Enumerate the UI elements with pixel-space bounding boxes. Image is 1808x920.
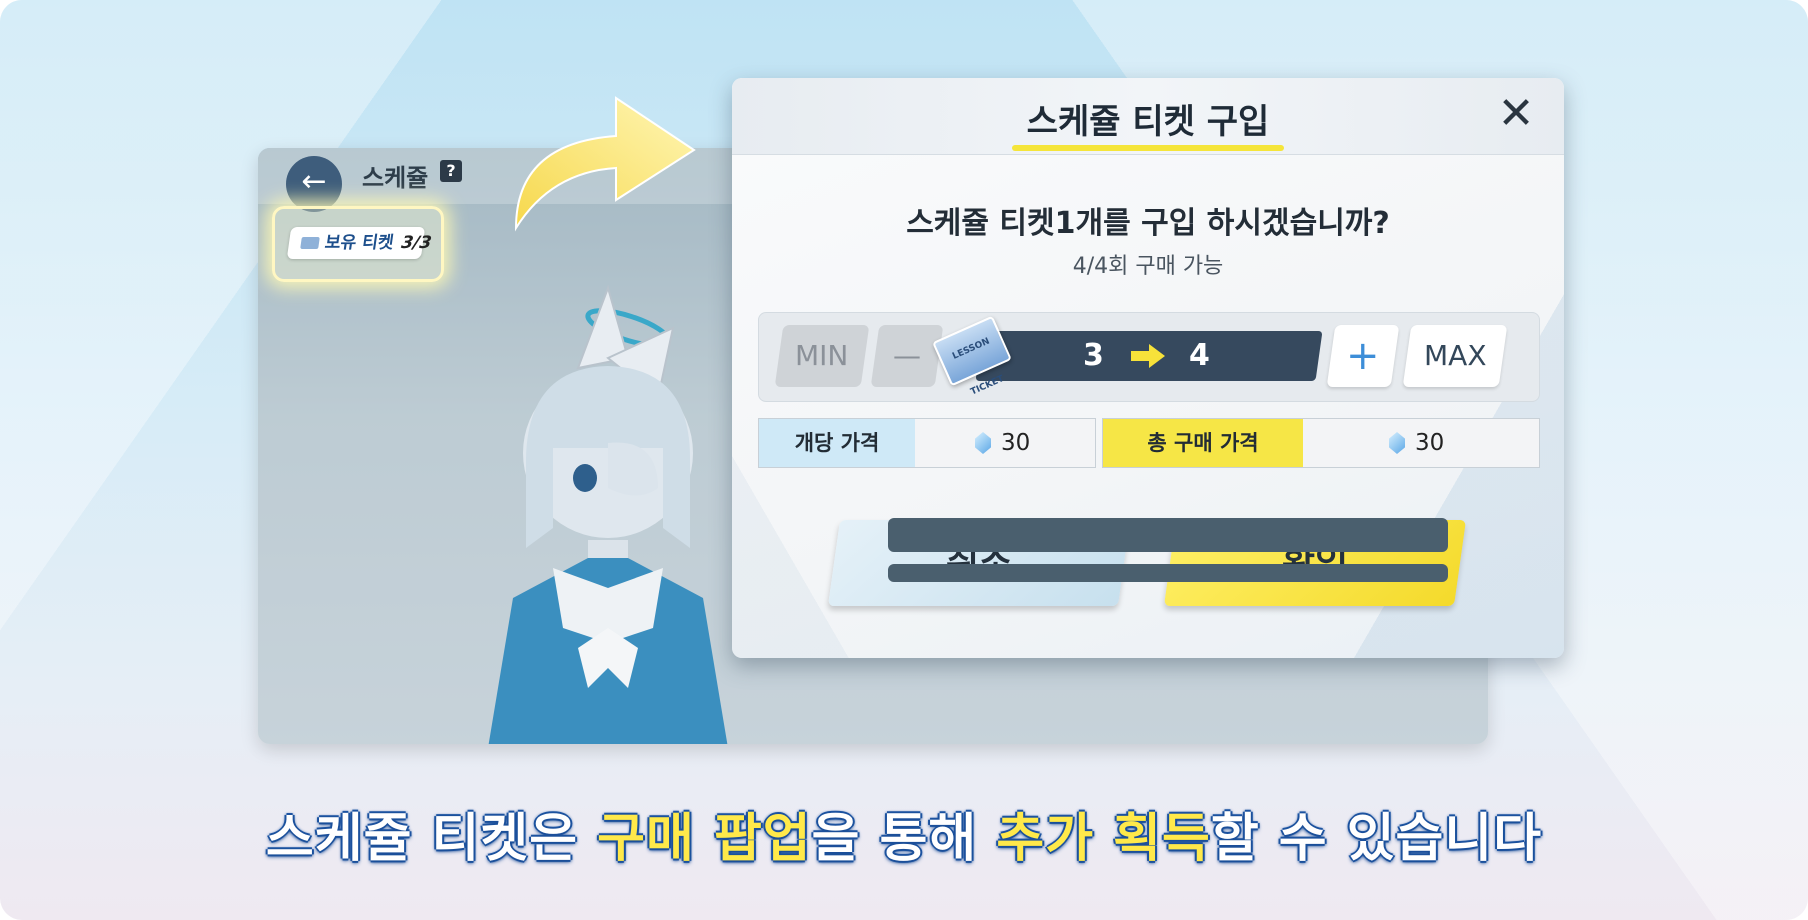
close-button[interactable]: ✕	[1494, 92, 1538, 136]
minus-icon: —	[893, 339, 921, 372]
plus-button[interactable]: +	[1326, 325, 1400, 387]
back-button[interactable]: ←	[286, 156, 342, 212]
title-underline	[1012, 145, 1284, 151]
unit-price-amount: 30	[1001, 430, 1031, 456]
curved-arrow-icon	[514, 96, 696, 232]
max-label: MAX	[1423, 339, 1487, 372]
character-illustration	[488, 284, 728, 744]
quantity-display: 3 4	[975, 331, 1323, 381]
caption-highlight: 구매 팝업	[597, 809, 812, 869]
owned-ticket-value: 3/3	[400, 233, 433, 253]
help-icon[interactable]: ?	[440, 160, 462, 182]
owned-ticket-label: 보유 티켓	[323, 233, 395, 253]
gem-icon	[1389, 432, 1405, 454]
total-price-box: 총 구매 가격 30	[1102, 418, 1540, 468]
purchase-limit: 4/4회 구매 가능	[1072, 254, 1224, 279]
caption-part: 을 통해	[811, 809, 997, 869]
min-button[interactable]: MIN	[774, 325, 870, 387]
quantity-selector: MIN — 3 4 LESSON TICKET + MAX	[758, 312, 1540, 402]
total-price-value: 30	[1389, 419, 1444, 467]
max-button[interactable]: MAX	[1402, 325, 1508, 387]
arrow-right-icon	[1131, 344, 1165, 368]
total-price-amount: 30	[1415, 430, 1445, 456]
dialog-title: 스케쥴 티켓 구입	[1026, 102, 1270, 142]
gem-icon	[975, 432, 991, 454]
minus-button[interactable]: —	[870, 325, 944, 387]
min-label: MIN	[795, 339, 849, 372]
plus-icon: +	[1346, 333, 1380, 379]
purchase-question: 스케쥴 티켓1개를 구입 하시겠습니까?	[906, 206, 1390, 241]
caption-part: 할 수 있습니다	[1210, 809, 1543, 869]
caption-text: 스케쥴 티켓은 구매 팝업을 통해 추가 획득할 수 있습니다	[0, 796, 1808, 871]
background-screen-title: 스케쥴	[362, 164, 429, 192]
caption-part: 스케쥴 티켓은	[265, 809, 598, 869]
list-item	[888, 518, 1448, 552]
quantity-to: 4	[1189, 338, 1210, 373]
quantity-from: 3	[1083, 338, 1104, 373]
owned-ticket-badge: 보유 티켓 3/3	[286, 227, 433, 259]
total-price-label: 총 구매 가격	[1103, 419, 1303, 467]
screen-frame: ← 스케쥴 ? 보유 티켓 3/3 스케쥴 티켓 구입 ✕ 스케쥴 티켓1개를 …	[0, 0, 1808, 920]
ticket-icon	[300, 237, 320, 249]
unit-price-label: 개당 가격	[759, 419, 915, 467]
ticket-highlight: 보유 티켓 3/3	[272, 206, 444, 282]
unit-price-value: 30	[975, 419, 1030, 467]
caption-highlight: 추가 획득	[996, 809, 1211, 869]
list-item	[888, 564, 1448, 582]
unit-price-box: 개당 가격 30	[758, 418, 1096, 468]
background-list-panel	[888, 518, 1448, 618]
lesson-ticket-icon: LESSON TICKET	[932, 315, 1012, 397]
